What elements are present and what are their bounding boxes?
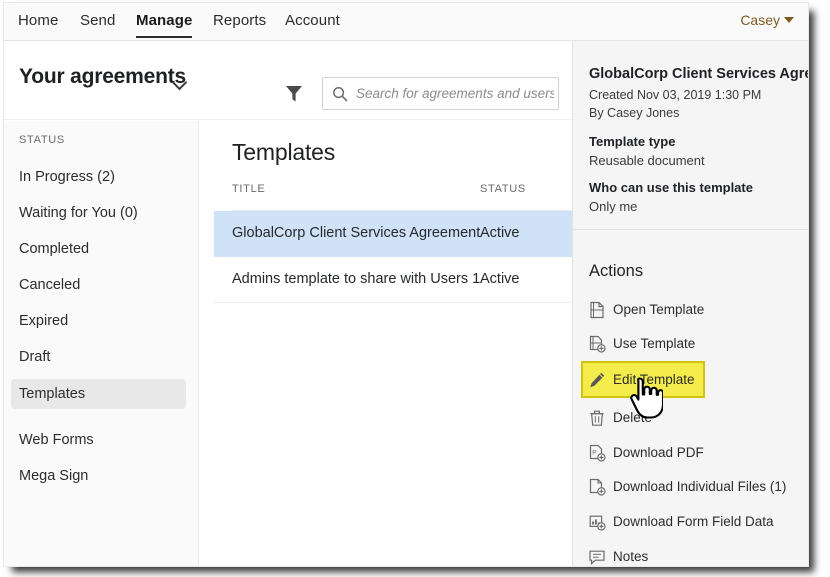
svg-text:P: P	[592, 450, 596, 457]
download-file-icon	[588, 478, 606, 496]
user-menu-button[interactable]: Casey	[740, 12, 794, 28]
detail-author: By Casey Jones	[589, 106, 679, 120]
action-edit-template[interactable]: Edit Template	[581, 361, 705, 398]
table-cell-title: GlobalCorp Client Services Agreement	[232, 225, 480, 241]
document-arrow-icon	[588, 335, 606, 353]
action-open-template[interactable]: Open Template	[583, 295, 801, 325]
action-label: Delete	[613, 409, 652, 427]
action-label: Download Individual Files (1)	[613, 478, 786, 496]
column-header-title: TITLE	[232, 183, 265, 195]
actions-heading: Actions	[589, 262, 643, 281]
detail-template-type-label: Template type	[589, 134, 675, 149]
search-input-wrapper[interactable]	[322, 77, 559, 110]
document-icon	[588, 301, 606, 319]
download-data-icon	[588, 513, 606, 531]
sidebar-item-draft[interactable]: Draft	[11, 342, 186, 372]
nav-item-manage[interactable]: Manage	[136, 12, 192, 29]
nav-item-account[interactable]: Account	[285, 12, 340, 29]
templates-pane: Templates TITLE STATUS GlobalCorp Client…	[200, 121, 572, 566]
table-row[interactable]: Admins template to share with Users 1 Ac…	[214, 257, 572, 303]
action-notes[interactable]: Notes	[583, 542, 801, 567]
sidebar: STATUS In Progress (2) Waiting for You (…	[4, 121, 199, 566]
sidebar-item-mega-sign[interactable]: Mega Sign	[11, 461, 186, 491]
page-title[interactable]: Your agreements	[19, 65, 186, 89]
detail-who-can-use-value: Only me	[589, 199, 637, 214]
comment-icon	[588, 548, 606, 566]
sidebar-item-completed[interactable]: Completed	[11, 234, 186, 264]
table-cell-status: Active	[480, 271, 520, 287]
detail-created-date: Created Nov 03, 2019 1:30 PM	[589, 88, 761, 102]
nav-item-reports[interactable]: Reports	[213, 12, 266, 29]
action-use-template[interactable]: Use Template	[583, 329, 801, 359]
action-download-pdf[interactable]: P Download PDF	[583, 438, 801, 468]
sidebar-item-canceled[interactable]: Canceled	[11, 270, 186, 300]
action-label: Use Template	[613, 335, 695, 353]
detail-title: GlobalCorp Client Services Agreement	[589, 66, 809, 82]
table-cell-status: Active	[480, 225, 520, 241]
sidebar-item-waiting-for-you[interactable]: Waiting for You (0)	[11, 198, 186, 228]
sidebar-item-in-progress[interactable]: In Progress (2)	[11, 162, 186, 192]
chevron-down-icon	[784, 17, 794, 23]
action-download-form-field-data[interactable]: Download Form Field Data	[583, 507, 801, 537]
detail-who-can-use-label: Who can use this template	[589, 180, 753, 195]
divider	[573, 229, 808, 230]
user-menu-label: Casey	[740, 12, 780, 28]
sidebar-item-web-forms[interactable]: Web Forms	[11, 425, 186, 455]
search-icon	[332, 86, 348, 107]
action-download-individual-files[interactable]: Download Individual Files (1)	[583, 472, 801, 502]
detail-template-type-value: Reusable document	[589, 153, 705, 168]
top-navigation-bar: Home Send Manage Reports Account Casey	[4, 3, 808, 41]
filter-icon[interactable]	[283, 82, 305, 109]
action-label: Edit Template	[613, 371, 695, 389]
action-label: Download Form Field Data	[613, 513, 774, 531]
nav-item-send[interactable]: Send	[80, 12, 115, 29]
templates-heading: Templates	[232, 139, 335, 166]
sidebar-group-label: STATUS	[19, 134, 65, 146]
download-pdf-icon: P	[588, 444, 606, 462]
detail-panel: GlobalCorp Client Services Agreement Cre…	[572, 41, 808, 566]
table-header-row: TITLE STATUS	[232, 183, 572, 211]
action-label: Download PDF	[613, 444, 704, 462]
action-label: Notes	[613, 548, 648, 566]
pencil-icon	[588, 371, 606, 389]
table-cell-title: Admins template to share with Users 1	[232, 271, 480, 287]
nav-item-home[interactable]: Home	[18, 12, 58, 29]
action-label: Open Template	[613, 301, 704, 319]
action-delete[interactable]: Delete	[583, 403, 801, 433]
table-row[interactable]: GlobalCorp Client Services Agreement Act…	[214, 211, 572, 257]
sidebar-item-templates[interactable]: Templates	[11, 379, 186, 409]
column-header-status: STATUS	[480, 183, 526, 195]
trash-icon	[588, 409, 606, 427]
sidebar-item-expired[interactable]: Expired	[11, 306, 186, 336]
search-input[interactable]	[356, 78, 554, 109]
app-window: Home Send Manage Reports Account Casey Y…	[3, 2, 809, 567]
